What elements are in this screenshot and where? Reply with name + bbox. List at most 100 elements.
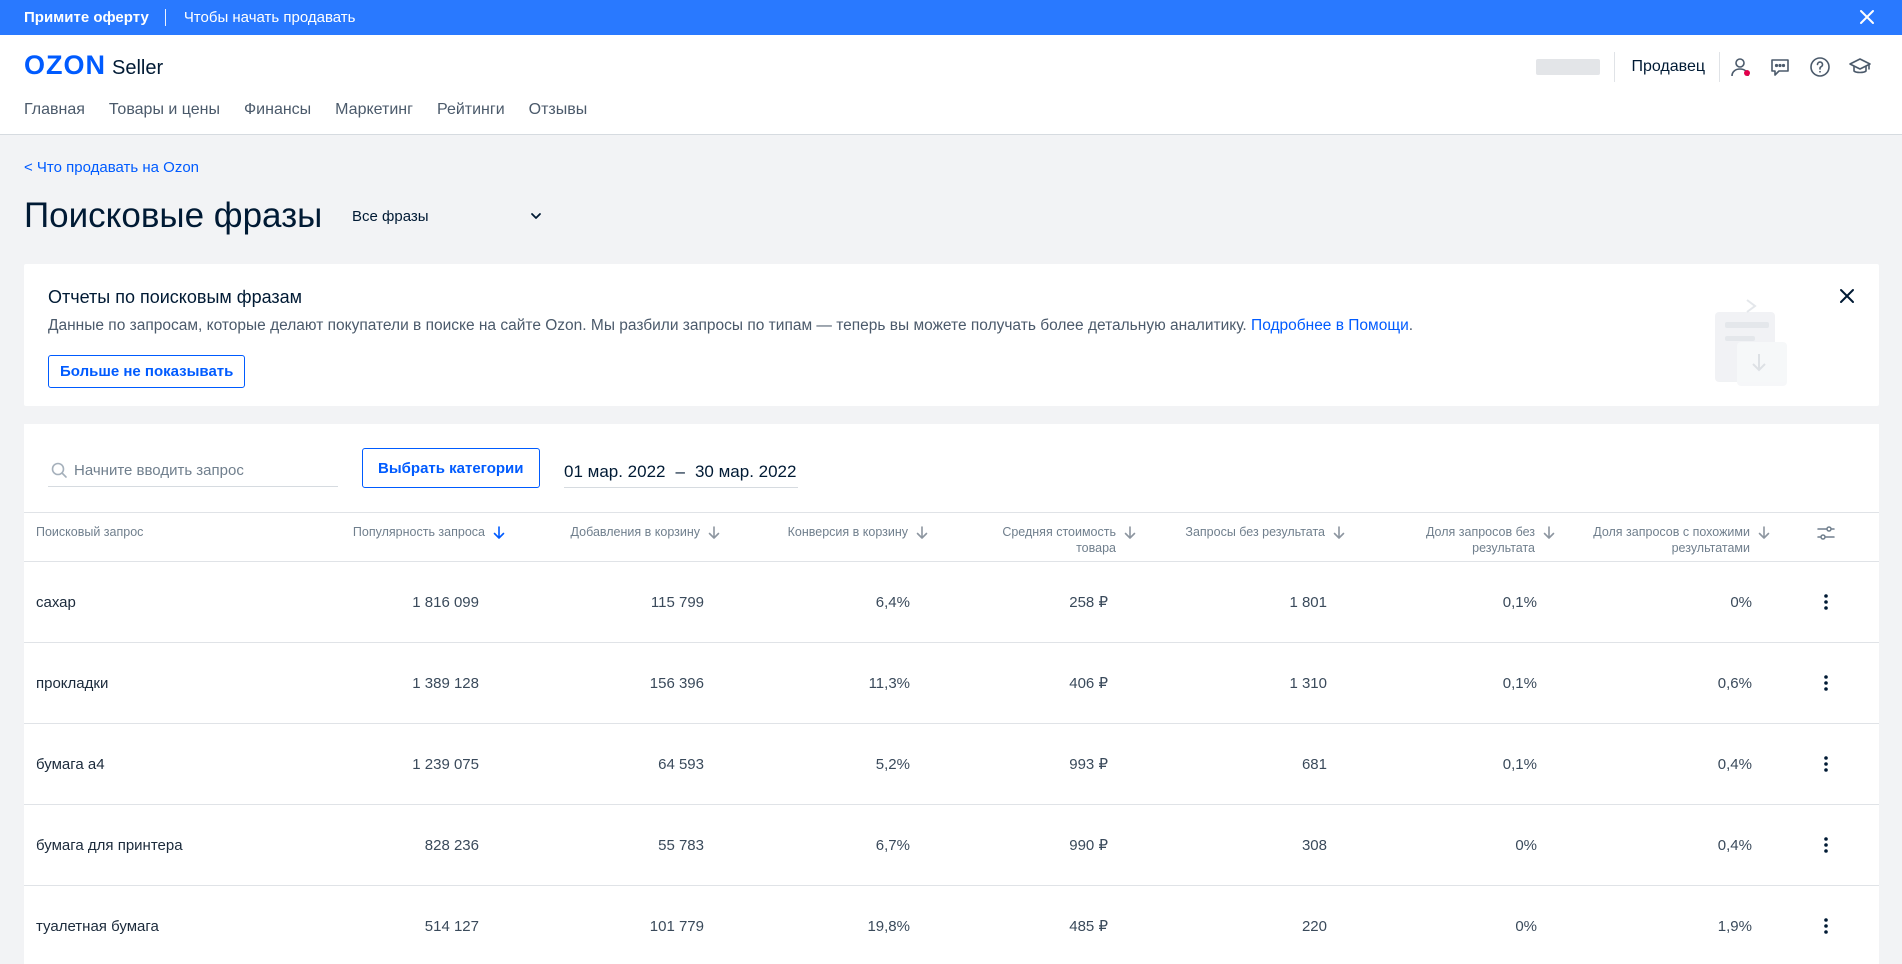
chevron-down-icon: [531, 213, 541, 219]
cell-popularity: 828 236: [424, 836, 479, 854]
search-phrases-panel: Выбрать категории 01 мар. 2022 – 30 мар.…: [24, 424, 1879, 964]
cell-no-result-share: 0,1%: [1502, 755, 1537, 773]
column-header-no-result[interactable]: Запросы без результата: [1138, 513, 1347, 562]
column-label: Средняя стоимость товара: [1002, 525, 1116, 555]
help-button[interactable]: [1800, 47, 1840, 87]
query-search: [48, 454, 338, 487]
header-actions: Продавец: [1536, 47, 1880, 87]
table-header-row: Поисковый запрос Популярность запроса До…: [24, 512, 1879, 562]
table-row[interactable]: сахар 1 816 099 115 799 6,4% 258 ₽ 1 801 0,1% 0…: [24, 562, 1879, 643]
cell-similar-share: 1,9%: [1717, 917, 1752, 935]
phrase-filter-value: Все фразы: [352, 207, 429, 225]
phrase-filter-select[interactable]: Все фразы: [352, 204, 542, 228]
choose-categories-button[interactable]: Выбрать категории: [362, 448, 540, 488]
nav-finance[interactable]: Финансы: [244, 101, 311, 119]
cell-conversion: 6,4%: [875, 593, 910, 611]
date-separator: –: [675, 462, 685, 481]
banner-divider: [164, 9, 166, 26]
cell-no-result: 308: [1301, 836, 1327, 854]
column-header-query[interactable]: Поисковый запрос: [24, 513, 274, 562]
close-icon[interactable]: [1837, 286, 1857, 306]
dont-show-again-button[interactable]: Больше не показывать: [48, 355, 246, 388]
nav-products[interactable]: Товары и цены: [109, 101, 220, 119]
more-vertical-icon[interactable]: [1816, 592, 1836, 612]
help-link[interactable]: Подробнее в Помощи: [1251, 317, 1409, 334]
cell-no-result: 1 801: [1289, 593, 1327, 611]
cell-conversion: 5,2%: [875, 755, 910, 773]
accept-offer-link[interactable]: Примите оферту: [24, 9, 149, 26]
sort-arrow-down-icon[interactable]: [1331, 525, 1347, 541]
logo[interactable]: OZON Seller: [24, 50, 163, 81]
cell-cart-adds: 64 593: [658, 755, 704, 773]
cell-similar-share: 0,4%: [1717, 836, 1752, 854]
date-to: 30 мар. 2022: [694, 462, 797, 481]
role-switcher[interactable]: Продавец: [1631, 58, 1705, 76]
info-card-text: Данные по запросам, которые делают покуп…: [48, 317, 1413, 335]
chat-button[interactable]: [1760, 47, 1800, 87]
search-phrases-table: Поисковый запрос Популярность запроса До…: [24, 512, 1879, 964]
sort-arrow-down-icon[interactable]: [1756, 525, 1772, 541]
more-vertical-icon[interactable]: [1816, 916, 1836, 936]
nav-marketing[interactable]: Маркетинг: [335, 101, 413, 119]
sort-arrow-down-icon[interactable]: [1122, 525, 1138, 541]
table-row[interactable]: бумага для принтера 828 236 55 783 6,7% 990 …: [24, 805, 1879, 886]
cell-popularity: 1 816 099: [412, 593, 479, 611]
graduation-cap-icon: [1849, 58, 1871, 74]
cell-conversion: 6,7%: [875, 836, 910, 854]
notification-dot: [1744, 70, 1750, 76]
cell-cart-adds: 156 396: [649, 674, 704, 692]
row-actions[interactable]: [1772, 886, 1879, 964]
date-range-picker[interactable]: 01 мар. 2022 – 30 мар. 2022: [564, 462, 799, 488]
cell-no-result: 1 310: [1289, 674, 1327, 692]
divider: [1614, 52, 1616, 82]
row-actions[interactable]: [1772, 562, 1879, 643]
column-header-avg-price[interactable]: Средняя стоимость товара: [930, 513, 1138, 562]
column-label: Доля запросов без результата: [1425, 525, 1535, 555]
row-actions[interactable]: [1772, 805, 1879, 886]
banner-hint: Чтобы начать продавать: [183, 9, 356, 26]
back-link[interactable]: < Что продавать на Ozon: [24, 159, 199, 176]
more-vertical-icon[interactable]: [1816, 835, 1836, 855]
cell-conversion: 19,8%: [867, 917, 910, 935]
nav-ratings[interactable]: Рейтинги: [437, 101, 505, 119]
app-header: OZON Seller Продавец Главная Товары и це…: [0, 35, 1902, 135]
search-icon: [51, 462, 67, 478]
main-nav: Главная Товары и цены Финансы Маркетинг …: [24, 101, 611, 119]
table-row[interactable]: туалетная бумага 514 127 101 779 19,8% 485 ₽…: [24, 886, 1879, 964]
close-icon[interactable]: [1858, 8, 1876, 26]
cell-avg-price: 993 ₽: [1069, 756, 1108, 773]
cell-avg-price: 406 ₽: [1069, 675, 1108, 692]
sort-arrow-down-icon[interactable]: [491, 525, 507, 541]
more-vertical-icon[interactable]: [1816, 754, 1836, 774]
search-input[interactable]: [74, 461, 324, 479]
sort-arrow-down-icon[interactable]: [706, 525, 722, 541]
sort-arrow-down-icon[interactable]: [914, 525, 930, 541]
column-header-similar-share[interactable]: Доля запросов с похожими результатами: [1557, 513, 1772, 562]
logo-product: Seller: [112, 57, 164, 79]
sort-arrow-down-icon[interactable]: [1541, 525, 1557, 541]
column-header-cart-adds[interactable]: Добавления в корзину: [507, 513, 722, 562]
cell-no-result-share: 0,1%: [1502, 674, 1537, 692]
column-header-conversion[interactable]: Конверсия в корзину: [722, 513, 930, 562]
column-header-popularity[interactable]: Популярность запроса: [274, 513, 507, 562]
cell-popularity: 1 389 128: [412, 674, 479, 692]
table-row[interactable]: прокладки 1 389 128 156 396 11,3% 406 ₽ 1 310…: [24, 643, 1879, 724]
date-from: 01 мар. 2022: [564, 462, 666, 481]
table-row[interactable]: бумага а4 1 239 075 64 593 5,2% 993 ₽ 681 0,1%…: [24, 724, 1879, 805]
more-vertical-icon[interactable]: [1816, 673, 1836, 693]
cell-no-result: 220: [1301, 917, 1327, 935]
row-actions[interactable]: [1772, 724, 1879, 805]
column-label: Доля запросов с похожими результатами: [1593, 525, 1750, 555]
nav-reviews[interactable]: Отзывы: [529, 101, 588, 119]
column-settings[interactable]: [1772, 513, 1879, 562]
column-header-no-result-share[interactable]: Доля запросов без результата: [1347, 513, 1557, 562]
offer-banner: Примите оферту Чтобы начать продавать: [0, 0, 1902, 35]
info-card-title: Отчеты по поисковым фразам: [48, 287, 303, 307]
row-actions[interactable]: [1772, 643, 1879, 724]
nav-home[interactable]: Главная: [24, 101, 85, 119]
cell-avg-price: 990 ₽: [1069, 837, 1108, 854]
company-name-hidden: [1536, 59, 1601, 75]
settings-sliders-icon[interactable]: [1816, 523, 1836, 543]
education-button[interactable]: [1840, 47, 1880, 87]
profile-button[interactable]: [1720, 47, 1760, 87]
